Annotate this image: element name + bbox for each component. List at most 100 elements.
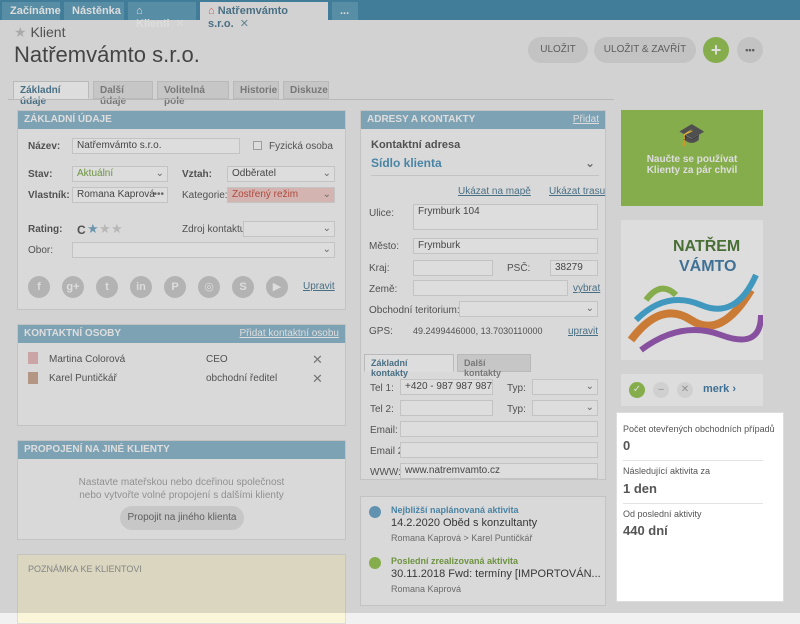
city-field[interactable]: Frymburk bbox=[413, 238, 598, 254]
owner-value: Romana Kaprová bbox=[77, 189, 155, 200]
note-panel[interactable]: POZNÁMKA KE KLIENTOVI bbox=[17, 554, 346, 624]
subtab-zakladni[interactable]: Základní údaje bbox=[13, 81, 89, 107]
add-button[interactable]: + bbox=[703, 37, 729, 63]
learn-promo[interactable]: 🎓 Naučte se používat Klienty za pár chvi… bbox=[621, 110, 763, 206]
stat-label: Následující aktivita za bbox=[623, 466, 711, 476]
country-field[interactable] bbox=[413, 280, 568, 296]
gps-label: GPS: bbox=[369, 326, 393, 337]
more-button[interactable]: ••• bbox=[737, 37, 763, 63]
check-icon[interactable]: ✓ bbox=[629, 382, 645, 398]
activity-heading: Poslední zrealizovaná aktivita bbox=[391, 556, 519, 566]
close-icon[interactable]: ✕ bbox=[677, 382, 693, 398]
save-button[interactable]: ULOŽIT bbox=[528, 37, 588, 63]
contact-name[interactable]: Martina Colorová bbox=[49, 354, 125, 365]
www-field[interactable]: www.natremvamto.cz bbox=[400, 463, 598, 479]
subtab-diskuze[interactable]: Diskuze bbox=[283, 81, 329, 99]
more-icon[interactable]: ••• bbox=[153, 189, 164, 200]
contact-role: obchodní ředitel bbox=[206, 373, 278, 384]
country-select-link[interactable]: vybrat bbox=[573, 283, 600, 294]
minus-icon[interactable]: – bbox=[653, 382, 669, 398]
star-icon[interactable]: ★ bbox=[87, 221, 99, 237]
person-icon bbox=[28, 372, 38, 384]
show-map-link[interactable]: Ukázat na mapě bbox=[458, 186, 531, 197]
email-field[interactable] bbox=[400, 421, 598, 437]
close-icon[interactable]: ✕ bbox=[312, 352, 323, 368]
merk-bar: ✓ – ✕ merk › bbox=[621, 374, 763, 406]
add-address-link[interactable]: Přidat bbox=[573, 114, 599, 125]
tab-label: ... bbox=[340, 5, 350, 17]
region-field[interactable] bbox=[413, 260, 493, 276]
googleplus-icon[interactable]: g+ bbox=[62, 276, 84, 298]
source-label: Zdroj kontaktu: bbox=[182, 224, 249, 235]
company-logo: NATŘEM VÁMTO bbox=[621, 220, 764, 360]
tel1-field[interactable]: +420 - 987 987 987 bbox=[400, 379, 493, 395]
chevron-down-icon: ⌄ bbox=[584, 156, 595, 170]
street-label: Ulice: bbox=[369, 208, 395, 219]
logo-text: VÁMTO bbox=[679, 258, 737, 275]
page-title: Natřemvámto s.r.o. bbox=[14, 42, 200, 67]
social-edit-link[interactable]: Upravit bbox=[303, 281, 335, 292]
address-type-select[interactable]: Sídlo klienta ⌄ bbox=[371, 156, 599, 176]
skype-icon[interactable]: S bbox=[232, 276, 254, 298]
tab-basic-contacts[interactable]: Základní kontakty bbox=[364, 354, 454, 378]
field-select[interactable]: ⌄ bbox=[72, 242, 335, 258]
add-contact-link[interactable]: Přidat kontaktní osobu bbox=[239, 328, 339, 339]
contact-name[interactable]: Karel Puntičkář bbox=[49, 373, 117, 384]
tel2-type-select[interactable]: ⌄ bbox=[532, 400, 598, 416]
twitter-icon[interactable]: t bbox=[96, 276, 118, 298]
show-route-link[interactable]: Ukázat trasu bbox=[549, 186, 605, 197]
subtab-dalsi[interactable]: Další údaje bbox=[93, 81, 153, 107]
home-icon: ⌂ bbox=[136, 5, 143, 17]
activity-people: Romana Kaprová > Karel Puntičkář bbox=[391, 533, 533, 543]
save-close-button[interactable]: ULOŽIT & ZAVŘÍT bbox=[594, 37, 696, 63]
close-icon[interactable]: ✕ bbox=[312, 371, 323, 387]
category-label: Kategorie: bbox=[182, 190, 228, 201]
zip-field[interactable]: 38279 bbox=[550, 260, 598, 276]
facebook-icon[interactable]: f bbox=[28, 276, 50, 298]
tab-klienti[interactable]: ⌂ Klienti ✕ bbox=[128, 2, 196, 30]
chevron-down-icon: ⌄ bbox=[585, 402, 594, 413]
link-client-button[interactable]: Propojit na jiného klienta bbox=[120, 506, 244, 530]
pinterest-icon[interactable]: P bbox=[164, 276, 186, 298]
name-field[interactable]: Natřemvámto s.r.o. bbox=[72, 138, 240, 154]
gps-edit-link[interactable]: upravit bbox=[568, 326, 598, 337]
street-field[interactable]: Frymburk 104 bbox=[413, 204, 598, 230]
email2-field[interactable] bbox=[400, 442, 598, 458]
star-icon[interactable]: ★ bbox=[99, 221, 111, 237]
subtab-volitelna[interactable]: Volitelná pole bbox=[157, 81, 229, 107]
activity-line[interactable]: 14.2.2020 Oběd s konzultanty bbox=[391, 517, 537, 529]
www-label: WWW: bbox=[370, 467, 401, 478]
tab-label: Začínáme bbox=[10, 5, 61, 17]
state-label: Stav: bbox=[28, 169, 53, 180]
instagram-icon[interactable]: ◎ bbox=[198, 276, 220, 298]
tab-more-contacts[interactable]: Další kontakty bbox=[457, 354, 531, 378]
territory-select[interactable]: ⌄ bbox=[459, 301, 598, 317]
activity-line[interactable]: 30.11.2018 Fwd: termíny [IMPORTOVÁN... bbox=[391, 568, 601, 580]
subtab-historie[interactable]: Historie bbox=[233, 81, 279, 99]
close-icon[interactable]: ✕ bbox=[176, 18, 185, 30]
youtube-icon[interactable]: ▶ bbox=[266, 276, 288, 298]
star-icon[interactable]: ★ bbox=[111, 221, 123, 237]
country-label: Země: bbox=[369, 284, 398, 295]
tab-nastenka[interactable]: Nástěnka bbox=[64, 2, 124, 20]
star-icon[interactable]: ★ bbox=[14, 24, 27, 40]
field-label: Obor: bbox=[28, 245, 54, 256]
tel2-field[interactable] bbox=[400, 400, 493, 416]
person-checkbox[interactable] bbox=[253, 141, 262, 150]
category-select[interactable]: Zostřený režim ⌄ bbox=[227, 187, 335, 203]
linkedin-icon[interactable]: in bbox=[130, 276, 152, 298]
merk-link[interactable]: merk › bbox=[703, 383, 736, 395]
page-kind-label: Klient bbox=[30, 24, 66, 40]
owner-field[interactable]: Romana Kaprová ••• bbox=[72, 187, 168, 203]
owner-label: Vlastník: bbox=[28, 190, 70, 201]
state-select[interactable]: Aktuální ⌄ bbox=[72, 166, 168, 182]
close-icon[interactable]: ✕ bbox=[240, 18, 249, 30]
tab-more[interactable]: ... bbox=[332, 2, 358, 20]
tab-natremvamto[interactable]: ⌂ Natřemvámto s.r.o. ✕ bbox=[200, 2, 328, 30]
tab-zaciname[interactable]: Začínáme bbox=[2, 2, 61, 20]
tel1-type-select[interactable]: ⌄ bbox=[532, 379, 598, 395]
relation-select[interactable]: Odběratel ⌄ bbox=[227, 166, 335, 182]
source-select[interactable]: ⌄ bbox=[243, 221, 335, 237]
state-value: Aktuální bbox=[77, 168, 114, 179]
divider bbox=[623, 460, 763, 461]
